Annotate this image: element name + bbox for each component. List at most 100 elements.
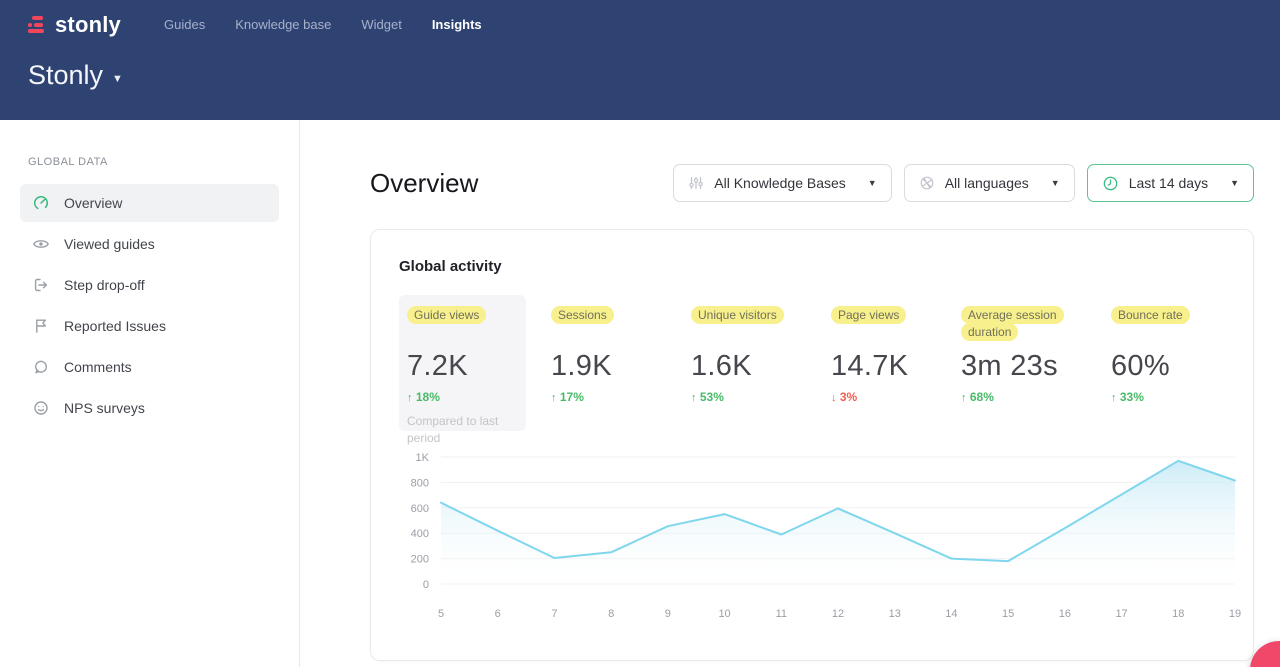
- app-root: stonly Guides Knowledge base Widget Insi…: [0, 0, 1280, 667]
- smiley-icon: [32, 399, 50, 417]
- sidebar-item-label: Overview: [64, 195, 122, 211]
- chart-area-fill: [441, 461, 1235, 584]
- metric-value: 1.6K: [691, 350, 831, 383]
- arrow-up-icon: ↑: [551, 392, 557, 404]
- sidebar-item-label: NPS surveys: [64, 400, 145, 416]
- metric-sessions[interactable]: Sessions 1.9K ↑ 17%: [551, 307, 691, 431]
- content: GLOBAL DATA Overview Viewed g: [0, 120, 1280, 667]
- sidebar-item-overview[interactable]: Overview: [20, 184, 279, 222]
- nav-item-knowledge-base[interactable]: Knowledge base: [220, 9, 346, 40]
- metric-delta: ↑ 53%: [691, 390, 831, 404]
- svg-text:1K: 1K: [416, 452, 430, 464]
- svg-text:14: 14: [945, 608, 957, 620]
- metric-value: 3m 23s: [961, 350, 1111, 383]
- metric-guide-views[interactable]: Guide views 7.2K ↑ 18% Compared to last …: [399, 295, 526, 431]
- svg-text:200: 200: [411, 554, 429, 566]
- chevron-down-icon: ▼: [868, 178, 877, 188]
- metric-label: Unique visitors: [691, 306, 784, 324]
- stonly-logo[interactable]: stonly: [28, 12, 121, 38]
- svg-text:19: 19: [1229, 608, 1241, 620]
- sliders-icon: [688, 175, 704, 191]
- chevron-down-icon: ▼: [112, 73, 123, 85]
- sidebar-item-nps-surveys[interactable]: NPS surveys: [20, 389, 279, 427]
- sidebar-item-label: Reported Issues: [64, 318, 166, 334]
- arrow-down-icon: ↓: [831, 392, 837, 404]
- arrow-up-icon: ↑: [407, 392, 413, 404]
- metric-value: 60%: [1111, 350, 1219, 383]
- svg-text:11: 11: [776, 608, 787, 620]
- svg-text:8: 8: [608, 608, 614, 620]
- metric-delta: ↑ 68%: [961, 390, 1111, 404]
- svg-text:13: 13: [889, 608, 901, 620]
- knowledge-bases-filter[interactable]: All Knowledge Bases ▼: [673, 164, 891, 202]
- svg-text:17: 17: [1115, 608, 1127, 620]
- main-panel: Overview All Knowledge Bases ▼: [300, 120, 1280, 667]
- metric-delta: ↑ 33%: [1111, 390, 1219, 404]
- metric-label: Bounce rate: [1111, 306, 1190, 324]
- chevron-down-icon: ▼: [1051, 178, 1060, 188]
- sidebar-item-step-drop-off[interactable]: Step drop-off: [20, 266, 279, 304]
- arrow-up-icon: ↑: [1111, 392, 1117, 404]
- sidebar-item-comments[interactable]: Comments: [20, 348, 279, 386]
- page-title: Overview: [370, 168, 478, 199]
- sidebar-item-label: Step drop-off: [64, 277, 145, 293]
- clock-icon: [1102, 175, 1119, 192]
- metric-bounce-rate[interactable]: Bounce rate 60% ↑ 33%: [1111, 307, 1219, 431]
- svg-text:0: 0: [423, 579, 429, 591]
- arrow-up-icon: ↑: [691, 392, 697, 404]
- metric-delta: ↑ 18%: [407, 390, 518, 404]
- nav-item-insights[interactable]: Insights: [417, 9, 497, 40]
- stonly-logo-icon: [28, 16, 48, 33]
- filter-bar: All Knowledge Bases ▼ All languages ▼: [673, 164, 1254, 202]
- svg-text:16: 16: [1059, 608, 1071, 620]
- svg-text:12: 12: [832, 608, 844, 620]
- step-out-icon: [32, 276, 50, 294]
- metric-label: Average session duration: [961, 306, 1064, 341]
- svg-text:800: 800: [411, 477, 429, 489]
- svg-text:5: 5: [438, 608, 444, 620]
- logo-text: stonly: [55, 12, 121, 38]
- arrow-up-icon: ↑: [961, 392, 967, 404]
- metric-label: Sessions: [551, 306, 614, 324]
- metric-page-views[interactable]: Page views 14.7K ↓ 3%: [831, 307, 961, 431]
- svg-text:6: 6: [495, 608, 501, 620]
- metric-delta: ↑ 17%: [551, 390, 691, 404]
- metric-label: Guide views: [407, 306, 486, 324]
- nav-item-guides[interactable]: Guides: [149, 9, 220, 40]
- metric-value: 1.9K: [551, 350, 691, 383]
- metric-avg-session-duration[interactable]: Average session duration 3m 23s ↑ 68%: [961, 307, 1111, 431]
- date-range-filter[interactable]: Last 14 days ▼: [1087, 164, 1254, 202]
- flag-icon: [32, 317, 50, 335]
- metric-label: Page views: [831, 306, 906, 324]
- sidebar: GLOBAL DATA Overview Viewed g: [0, 120, 300, 667]
- metric-value: 7.2K: [407, 350, 518, 383]
- svg-text:9: 9: [665, 608, 671, 620]
- svg-text:400: 400: [411, 528, 429, 540]
- sidebar-item-viewed-guides[interactable]: Viewed guides: [20, 225, 279, 263]
- svg-text:18: 18: [1172, 608, 1184, 620]
- sidebar-section-label: GLOBAL DATA: [28, 156, 279, 168]
- metrics-row: Guide views 7.2K ↑ 18% Compared to last …: [399, 307, 1225, 431]
- filter-label: All Knowledge Bases: [714, 175, 846, 191]
- workspace-selector[interactable]: Stonly ▼: [22, 60, 123, 91]
- filter-label: All languages: [945, 175, 1029, 191]
- svg-text:15: 15: [1002, 608, 1014, 620]
- filter-label: Last 14 days: [1129, 175, 1208, 191]
- gauge-icon: [32, 194, 50, 212]
- metric-unique-visitors[interactable]: Unique visitors 1.6K ↑ 53%: [691, 307, 831, 431]
- main-nav: Guides Knowledge base Widget Insights: [149, 9, 497, 40]
- globe-icon: [919, 175, 935, 191]
- global-activity-card: Global activity Guide views 7.2K ↑ 18% C…: [370, 229, 1254, 661]
- languages-filter[interactable]: All languages ▼: [904, 164, 1075, 202]
- nav-item-widget[interactable]: Widget: [346, 9, 416, 40]
- sidebar-item-label: Comments: [64, 359, 132, 375]
- chart-y-axis-labels: 02004006008001K: [411, 452, 430, 591]
- workspace-title: Stonly: [28, 60, 103, 91]
- sidebar-item-reported-issues[interactable]: Reported Issues: [20, 307, 279, 345]
- top-nav: stonly Guides Knowledge base Widget Insi…: [28, 0, 1252, 40]
- chart-x-axis-labels: 5678910111213141516171819: [438, 608, 1241, 620]
- metric-value: 14.7K: [831, 350, 961, 383]
- sidebar-item-label: Viewed guides: [64, 236, 155, 252]
- global-activity-chart: 02004006008001K 567891011121314151617181…: [399, 443, 1243, 634]
- app-header: stonly Guides Knowledge base Widget Insi…: [0, 0, 1280, 120]
